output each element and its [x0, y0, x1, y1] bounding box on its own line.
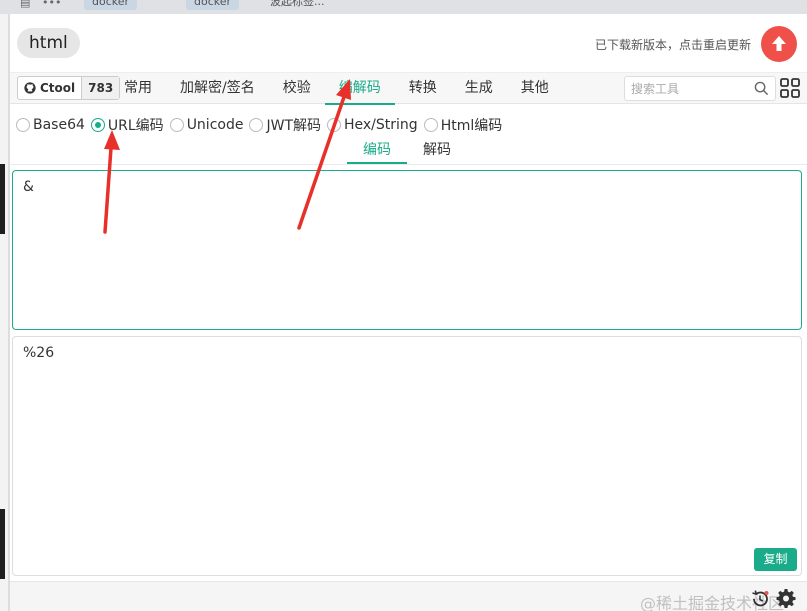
tab-encoding[interactable]: 编解码 [324, 73, 395, 105]
radio-jwt-decode[interactable]: JWT解码 [249, 115, 321, 135]
radio-label: JWT解码 [266, 118, 321, 134]
radio-unicode[interactable]: Unicode [169, 117, 244, 133]
radio-dot [327, 118, 341, 132]
tab-other[interactable]: 其他 [507, 73, 563, 105]
update-notice[interactable]: 已下载新版本，点击重启更新 [595, 36, 751, 53]
document-icon: ▤ [20, 0, 31, 9]
more-icon: ••• [42, 0, 62, 9]
brand-label: Ctool [40, 81, 76, 95]
update-button[interactable] [761, 26, 797, 62]
browser-tab-strip: ▤ ••• docker docker 波起标签... [0, 0, 807, 14]
tab-encryption[interactable]: 加解密/签名 [166, 73, 269, 105]
browser-tab[interactable]: docker [186, 0, 240, 10]
mode-tabs: 编码 解码 [347, 138, 467, 164]
input-textarea[interactable]: & [12, 170, 802, 330]
radio-label: Hex/String [344, 117, 418, 133]
tab-convert[interactable]: 转换 [395, 73, 451, 105]
tab-common[interactable]: 常用 [110, 73, 166, 105]
radio-hex-string[interactable]: Hex/String [327, 117, 418, 133]
arrow-up-icon [772, 36, 786, 51]
search-box [624, 76, 776, 101]
radio-label: Html编码 [440, 118, 503, 134]
github-badge[interactable]: Ctool 783 [17, 76, 121, 100]
search-input[interactable] [625, 77, 745, 100]
category-tabs: 常用 加解密/签名 校验 编解码 转换 生成 其他 [110, 73, 563, 105]
radio-dot [249, 118, 264, 132]
radio-label: Unicode [186, 117, 244, 133]
tab-generate[interactable]: 生成 [451, 73, 507, 105]
toolbar: Ctool 783 常用 加解密/签名 校验 编解码 转换 生成 其他 [10, 72, 807, 105]
brand-name: Ctool [18, 77, 83, 99]
output-textarea[interactable]: %26 [12, 336, 802, 576]
browser-tab[interactable]: 波起标签... [262, 0, 333, 10]
tab-checksum[interactable]: 校验 [269, 73, 325, 105]
ctool-panel: html 已下载新版本，点击重启更新 Ctool 783 常用 加解密/签名 校… [9, 14, 807, 611]
editor-strip [0, 509, 5, 579]
divider [10, 164, 807, 165]
copy-button[interactable]: 复制 [754, 548, 797, 571]
app-title: html [17, 28, 80, 58]
radio-html-encode[interactable]: Html编码 [423, 115, 503, 135]
background-editor-edge [0, 14, 9, 611]
radio-dot [90, 118, 105, 132]
radio-label: Base64 [33, 117, 85, 133]
history-icon[interactable] [750, 589, 770, 609]
tool-selector: Base64 URL编码 Unicode JWT解码 Hex/String Ht… [16, 115, 508, 135]
search-icon[interactable] [754, 81, 769, 96]
radio-base64[interactable]: Base64 [16, 117, 85, 133]
footer-bar: @稀土掘金技术社区 [10, 581, 807, 611]
radio-dot [16, 118, 30, 132]
grid-icon[interactable] [780, 78, 800, 98]
radio-dot [169, 118, 184, 132]
tab-encode[interactable]: 编码 [347, 138, 407, 164]
radio-url-encode[interactable]: URL编码 [90, 115, 164, 135]
radio-dot [423, 118, 438, 132]
editor-strip [0, 164, 5, 234]
browser-tab[interactable]: docker [84, 0, 138, 10]
tab-decode[interactable]: 解码 [407, 138, 467, 164]
gear-icon[interactable] [776, 588, 796, 608]
github-icon [24, 82, 36, 94]
radio-label: URL编码 [107, 118, 164, 134]
